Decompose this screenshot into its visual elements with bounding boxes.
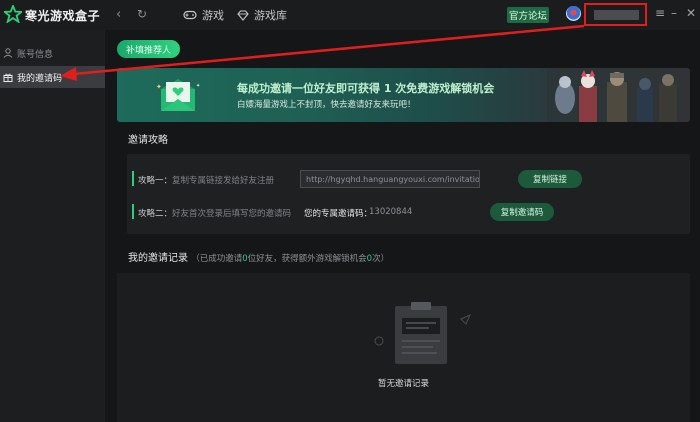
title-bar: 寒光游戏盒子 ‹ ↻ 游戏 游戏库 官方论坛 ≡ – ✕ [0, 0, 700, 30]
step-2-label: 攻略二：好友首次登录后填写您的邀请码 [138, 209, 292, 219]
svg-text:✦: ✦ [156, 83, 162, 91]
step-accent-bar [132, 171, 134, 186]
diamond-icon [237, 9, 249, 21]
nav-games-label: 游戏 [202, 9, 224, 22]
empty-records-text: 暂无邀请记录 [377, 379, 429, 389]
menu-icon[interactable]: ≡ [655, 6, 665, 20]
sidebar-item-account-info[interactable]: 账号信息 [0, 42, 105, 64]
app-title: 寒光游戏盒子 [25, 9, 101, 23]
nav-library-label: 游戏库 [254, 9, 287, 22]
official-forum-button[interactable]: 官方论坛 [507, 7, 549, 23]
copy-invite-code-button[interactable]: 复制邀请码 [490, 203, 554, 221]
user-icon [3, 48, 13, 58]
nav-library[interactable]: 游戏库 [237, 6, 287, 24]
strategy-step-1: 攻略一：复制专属链接发给好友注册 http://hgyqhd.hanguangy… [127, 166, 690, 192]
banner-headline: 每成功邀请一位好友即可获得 1 次免费游戏解锁机会 [237, 82, 495, 95]
invite-records-panel: 暂无邀请记录 [117, 273, 690, 422]
refresh-icon[interactable]: ↻ [137, 7, 147, 21]
main-content: 补填推荐人 ✦ ✦ 每成功邀请一位好友即可获得 1 次免费游戏解锁机会 白嫖海量… [105, 30, 700, 422]
step-accent-bar [132, 204, 134, 219]
sidebar-item-my-invite-code[interactable]: 我的邀请码 [0, 66, 105, 88]
invite-code-label: 您的专属邀请码： [304, 209, 373, 219]
invite-link-field[interactable]: http://hgyqhd.hanguangyouxi.com/invitati… [300, 170, 480, 188]
svg-text:✦: ✦ [196, 83, 200, 89]
envelope-heart-icon: ✦ ✦ [156, 79, 200, 111]
records-title: 我的邀请记录 [128, 253, 188, 264]
nav-games[interactable]: 游戏 [183, 6, 224, 24]
step-1-label: 攻略一：复制专属链接发给好友注册 [138, 176, 275, 186]
strategy-title: 邀请攻略 [128, 135, 168, 146]
game-characters-image [547, 68, 690, 122]
user-name-highlight[interactable] [584, 3, 647, 26]
invite-banner: ✦ ✦ 每成功邀请一位好友即可获得 1 次免费游戏解锁机会 白嫖海量游戏上不封顶… [117, 68, 690, 122]
gamepad-icon [183, 10, 197, 20]
sidebar: 账号信息 我的邀请码 [0, 30, 105, 422]
strategy-step-2: 攻略二：好友首次登录后填写您的邀请码 您的专属邀请码： 13020844 复制邀… [127, 199, 690, 225]
records-summary: （已成功邀请0位好友，获得额外游戏解锁机会0次） [191, 254, 390, 264]
copy-link-button[interactable]: 复制链接 [518, 170, 582, 188]
chevron-left-icon[interactable]: ‹ [116, 7, 121, 22]
invite-records-header: 我的邀请记录 （已成功邀请0位好友，获得额外游戏解锁机会0次） [128, 249, 389, 264]
avatar[interactable] [566, 6, 581, 21]
user-name-redacted [594, 10, 639, 20]
minimize-icon[interactable]: – [671, 6, 677, 20]
invite-code-value: 13020844 [369, 207, 413, 217]
empty-clipboard-icon [374, 302, 471, 364]
sidebar-item-label: 账号信息 [17, 49, 54, 60]
sidebar-item-label: 我的邀请码 [17, 73, 63, 84]
banner-subline: 白嫖海量游戏上不封顶，快去邀请好友来玩吧！ [237, 100, 416, 110]
star-logo-icon [4, 5, 22, 23]
strategy-panel: 攻略一：复制专属链接发给好友注册 http://hgyqhd.hanguangy… [127, 154, 690, 234]
add-referrer-button[interactable]: 补填推荐人 [117, 40, 180, 58]
close-icon[interactable]: ✕ [686, 6, 696, 20]
gift-icon [3, 73, 13, 82]
